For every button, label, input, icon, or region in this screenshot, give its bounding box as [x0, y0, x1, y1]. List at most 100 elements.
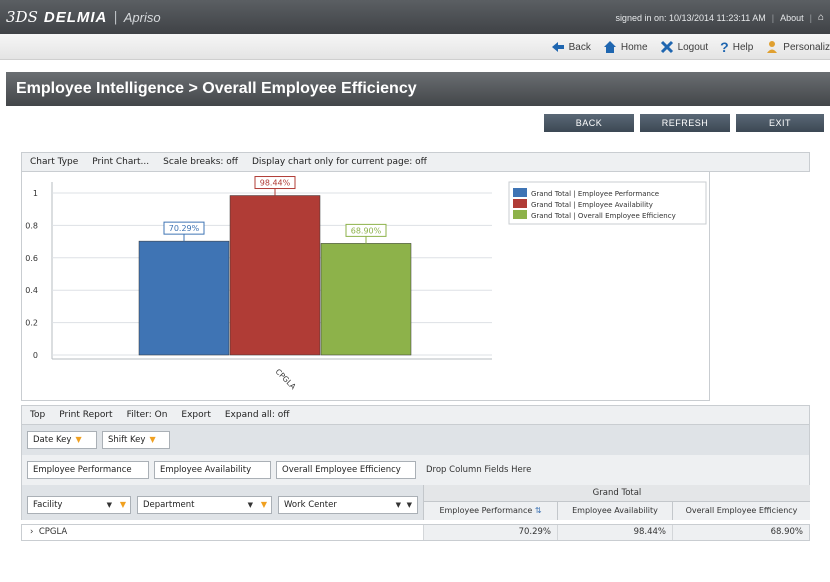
home-label: Home: [620, 41, 648, 53]
logout-label: Logout: [677, 41, 709, 53]
sort-arrow-icon: ▼: [247, 501, 253, 509]
chart-type-menu[interactable]: Chart Type: [30, 157, 78, 167]
column-header-efficiency[interactable]: Overall Employee Efficiency: [672, 502, 810, 520]
cell-availability: 98.44%: [557, 525, 672, 540]
filter-area: Date Key ▼ Shift Key ▼: [21, 425, 810, 455]
brand-bar: 3DS DELMIA | Apriso signed in on: 10/13/…: [0, 0, 830, 34]
data-label: 98.44%: [260, 179, 291, 188]
table-row[interactable]: › CPGLA 70.29% 98.44% 68.90%: [21, 524, 810, 541]
nav-links: Back Home Logout ? Help Personaliz: [551, 40, 830, 54]
filter-arrow-icon: ▼: [119, 500, 126, 509]
filter-arrow-icon: ▼: [260, 500, 267, 509]
data-field-area: Employee Performance Employee Availabili…: [21, 455, 810, 485]
bar-chart: 0 0.2 0.4 0.6 0.8 1 70.29% 98.44% 68.90% CPGLA Gra…: [25, 176, 707, 392]
home-mini-icon[interactable]: ⌂: [818, 12, 824, 23]
brand-name: DELMIA: [43, 8, 108, 26]
chart-panel: 0 0.2 0.4 0.6 0.8 1 70.29% 98.44% 68.90% CPGLA Gra…: [21, 172, 710, 401]
top-button[interactable]: Top: [30, 410, 45, 420]
bar: [229, 195, 321, 356]
filter-arrow-icon: ▼: [75, 435, 82, 444]
back-button[interactable]: BACK: [544, 114, 634, 132]
page-title-bar: Employee Intelligence > Overall Employee…: [6, 72, 830, 106]
home-link[interactable]: Home: [603, 40, 648, 54]
help-link[interactable]: ? Help: [720, 40, 753, 54]
employee-availability-field[interactable]: Employee Availability: [154, 461, 271, 479]
overall-efficiency-field[interactable]: Overall Employee Efficiency: [276, 461, 416, 479]
drop-column-hint: Drop Column Fields Here: [426, 465, 532, 475]
legend-swatch: [513, 210, 527, 219]
legend-label: Grand Total | Employee Availability: [531, 201, 653, 209]
legend-swatch: [513, 188, 527, 197]
row-expand[interactable]: › CPGLA: [30, 527, 67, 537]
row-label: CPGLA: [38, 527, 68, 537]
expand-chevron-icon: ›: [30, 527, 34, 537]
signed-in-text: signed in on: 10/13/2014 11:23:11 AM: [615, 12, 766, 23]
refresh-button[interactable]: REFRESH: [640, 114, 730, 132]
cell-efficiency: 68.90%: [672, 525, 809, 540]
session-info: signed in on: 10/13/2014 11:23:11 AM | A…: [615, 12, 824, 23]
column-header-performance[interactable]: Employee Performance ⇅: [423, 502, 557, 520]
sort-arrow-icon: ▼: [106, 501, 112, 509]
cell-performance: 70.29%: [423, 525, 557, 540]
user-icon: [767, 41, 778, 53]
x-tick-label: CPGLA: [274, 367, 299, 392]
report-toolbar: Top Print Report Filter: On Export Expan…: [21, 405, 810, 425]
display-current-page-toggle[interactable]: Display chart only for current page: off: [252, 157, 427, 167]
close-x-icon: [660, 40, 673, 54]
legend-swatch: [513, 199, 527, 208]
y-tick-label: 0: [33, 351, 38, 360]
personalize-label: Personaliz: [783, 41, 830, 53]
nav-bar: Back Home Logout ? Help Personaliz: [0, 34, 830, 60]
column-header-label: Employee Performance: [439, 506, 533, 515]
facility-label: Facility: [33, 500, 63, 510]
date-key-filter[interactable]: Date Key ▼: [27, 431, 97, 449]
filter-arrow-icon: ▼: [149, 435, 156, 444]
chart-toolbar: Chart Type Print Chart... Scale breaks: …: [21, 152, 810, 172]
separator: |: [809, 12, 812, 23]
logout-link[interactable]: Logout: [660, 40, 709, 54]
bar: [138, 240, 230, 356]
print-report-button[interactable]: Print Report: [59, 410, 112, 420]
app-name: Apriso: [123, 9, 161, 25]
legend-label: Grand Total | Employee Performance: [531, 190, 659, 198]
brand-separator: |: [113, 9, 118, 25]
help-icon: ?: [720, 39, 729, 55]
facility-field[interactable]: Facility ▼ ▼: [27, 496, 131, 514]
y-tick-label: 0.6: [25, 254, 38, 263]
shift-key-label: Shift Key: [108, 435, 146, 445]
row-field-area: Facility ▼ ▼ Department ▼ ▼ Work Center …: [21, 485, 810, 520]
column-header-availability[interactable]: Employee Availability: [557, 502, 672, 520]
about-link[interactable]: About: [780, 13, 804, 23]
shift-key-filter[interactable]: Shift Key ▼: [102, 431, 170, 449]
ds-logo: 3DS: [6, 8, 38, 26]
date-key-label: Date Key: [33, 435, 72, 445]
work-center-field[interactable]: Work Center ▼ ▼: [278, 496, 418, 514]
print-chart-button[interactable]: Print Chart...: [92, 157, 149, 167]
filter-toggle[interactable]: Filter: On: [127, 410, 168, 420]
grand-total-header: Grand Total: [423, 485, 810, 502]
y-tick-label: 0.8: [25, 221, 38, 230]
home-icon: [603, 41, 616, 53]
help-label: Help: [732, 41, 754, 53]
sort-arrow-icon: ▼: [395, 501, 401, 509]
brand: 3DS DELMIA | Apriso: [6, 8, 161, 26]
back-label: Back: [568, 41, 591, 53]
exit-button[interactable]: EXIT: [736, 114, 824, 132]
export-button[interactable]: Export: [181, 410, 210, 420]
back-arrow-icon: [551, 42, 564, 52]
sort-icon: ⇅: [534, 506, 542, 515]
separator: |: [771, 12, 775, 23]
personalize-link[interactable]: Personaliz: [765, 40, 830, 54]
legend-label: Grand Total | Overall Employee Efficienc…: [531, 212, 676, 220]
department-field[interactable]: Department ▼ ▼: [137, 496, 272, 514]
page-title: Employee Intelligence > Overall Employee…: [16, 80, 417, 97]
y-tick-label: 0.4: [25, 286, 38, 295]
scale-breaks-toggle[interactable]: Scale breaks: off: [163, 157, 238, 167]
data-label: 68.90%: [351, 226, 382, 235]
y-tick-label: 1: [33, 189, 38, 198]
data-label: 70.29%: [169, 224, 200, 233]
bar: [320, 243, 412, 356]
expand-all-toggle[interactable]: Expand all: off: [225, 410, 290, 420]
employee-performance-field[interactable]: Employee Performance: [27, 461, 149, 479]
back-link[interactable]: Back: [551, 40, 591, 54]
